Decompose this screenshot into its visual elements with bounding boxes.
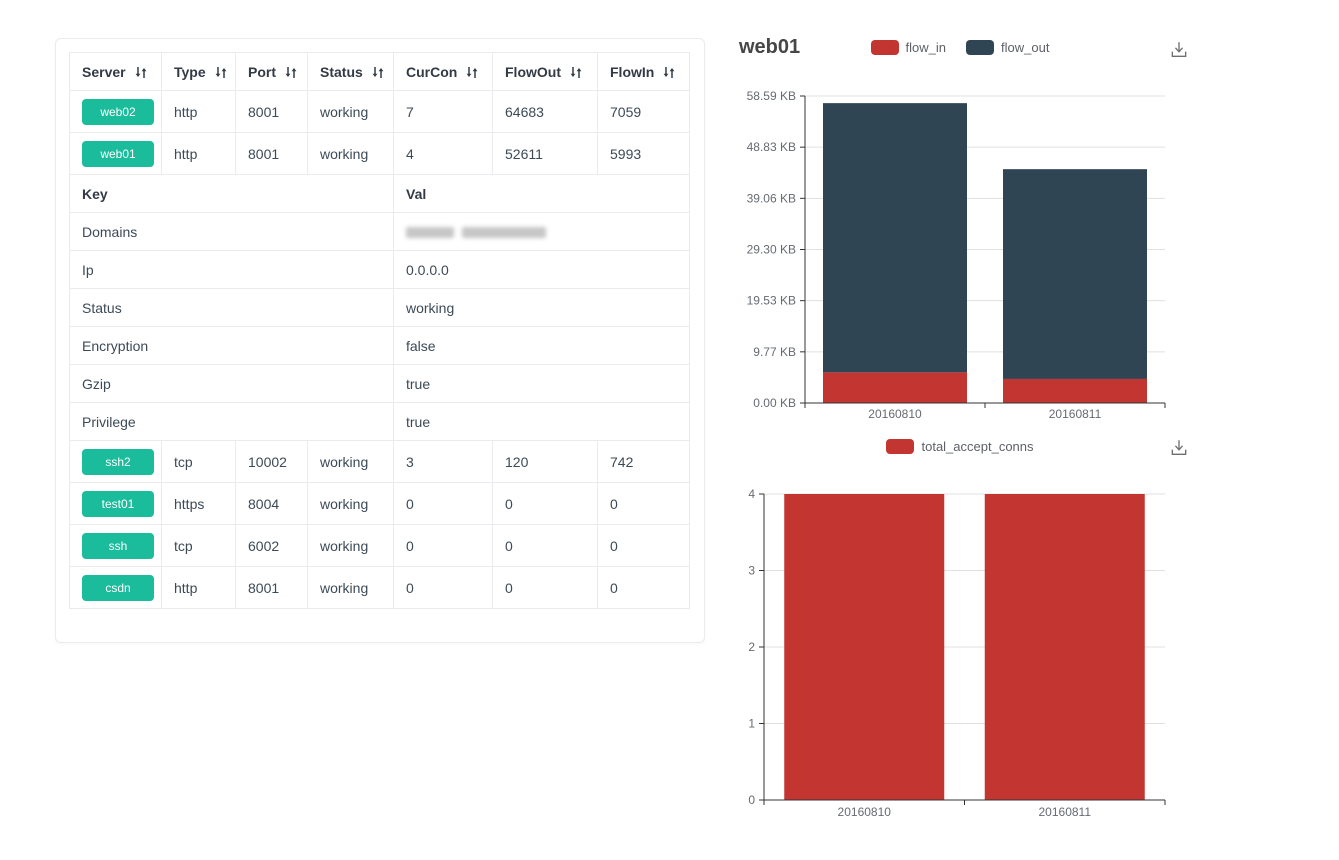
bar-total_accept_conns-20160811	[985, 494, 1145, 800]
x-tick-label: 20160811	[1049, 407, 1102, 421]
flow-chart: 0.00 KB 9.77 KB 19.53 KB 29.30 KB 39.06 KB 48…	[747, 89, 1165, 421]
bar-flow_in-20160811	[1003, 379, 1147, 403]
y-tick-label: 29.30 KB	[747, 243, 796, 257]
bar-flow_in-20160810	[823, 372, 967, 403]
x-tick-label: 20160811	[1039, 805, 1092, 819]
charts-canvas: 0.00 KB 9.77 KB 19.53 KB 29.30 KB 39.06 KB 48…	[0, 0, 1339, 860]
bar-total_accept_conns-20160810	[784, 494, 944, 800]
x-tick-label: 20160810	[838, 805, 892, 819]
y-tick-label: 0	[748, 793, 755, 807]
y-tick-label: 39.06 KB	[747, 191, 796, 205]
y-tick-label: 4	[748, 487, 755, 501]
y-tick-label: 1	[748, 717, 755, 731]
y-tick-label: 19.53 KB	[747, 294, 796, 308]
dashboard-page: ServerTypePortStatusCurConFlowOutFlowIn …	[0, 0, 1339, 860]
conns-chart: 0 1 2 3 4 20160810 20160811	[748, 487, 1165, 819]
y-tick-label: 48.83 KB	[747, 140, 796, 154]
y-tick-label: 9.77 KB	[753, 345, 796, 359]
y-tick-label: 2	[748, 640, 755, 654]
y-tick-label: 58.59 KB	[747, 89, 796, 103]
bar-flow_out-20160810	[823, 103, 967, 372]
bars	[823, 103, 1147, 403]
y-tick-label: 0.00 KB	[753, 396, 796, 410]
y-tick-label: 3	[748, 564, 755, 578]
x-tick-label: 20160810	[868, 407, 922, 421]
bar-flow_out-20160811	[1003, 169, 1147, 379]
